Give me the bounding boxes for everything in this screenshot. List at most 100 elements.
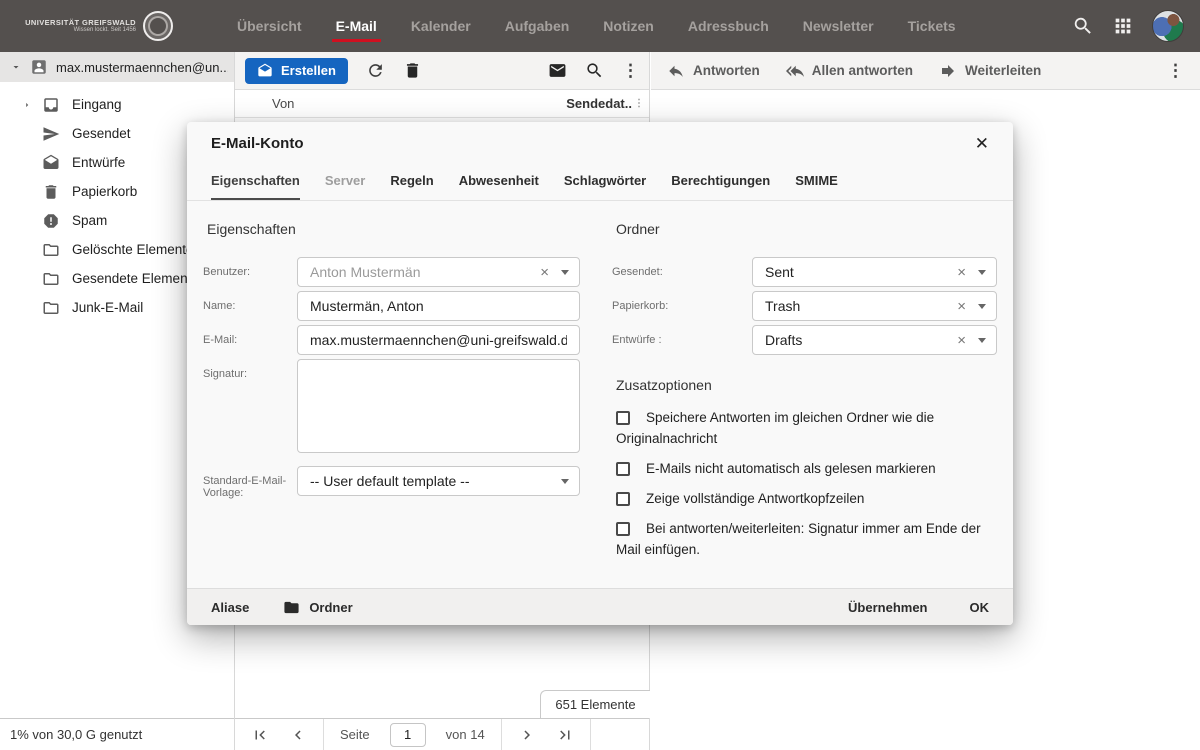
nav-newsletter[interactable]: Newsletter [801,3,876,49]
mail-icon[interactable] [548,61,567,80]
trash-folder-select[interactable]: Trash × [752,291,997,321]
clear-icon[interactable]: × [540,265,549,280]
user-combobox[interactable]: Anton Mustermän × [297,257,580,287]
drafts-folder-select[interactable]: Drafts × [752,325,997,355]
account-row[interactable]: max.mustermaennchen@un... [0,52,234,82]
nav-uebersicht[interactable]: Übersicht [235,3,304,49]
delete-icon[interactable] [403,61,422,80]
aliases-button[interactable]: Aliase [211,600,249,615]
list-column-header: Von Sendedat.. ⋮ [235,90,649,118]
nav-notizen[interactable]: Notizen [601,3,656,49]
more-options-icon[interactable]: ⋮ [1167,62,1184,79]
dialog-header: E-Mail-Konto ✕ [187,122,1013,164]
more-options-icon[interactable]: ⋮ [622,62,639,79]
template-row: Standard-E-Mail-Vorlage: -- User default… [203,466,580,499]
options-heading: Zusatzoptionen [616,377,997,393]
checkbox-not-mark-read[interactable] [616,462,630,476]
dialog-footer: Aliase Ordner Übernehmen OK [187,588,1013,625]
folder-icon [42,299,60,317]
chevron-down-icon[interactable] [978,304,986,309]
nav-adressbuch[interactable]: Adressbuch [686,3,771,49]
column-sendedatum[interactable]: Sendedat.. ⋮ [566,96,643,111]
column-menu-icon[interactable]: ⋮ [634,98,643,109]
sent-folder-label: Gesendet: [612,257,752,287]
folder-icon [42,241,60,259]
folder-icon [42,270,60,288]
chevron-down-icon[interactable] [561,270,569,275]
option-not-mark-read: E-Mails nicht automatisch als gelesen ma… [612,458,997,479]
checkbox-signature-end[interactable] [616,522,630,536]
compose-button[interactable]: Erstellen [245,58,348,84]
reply-button[interactable]: Antworten [667,62,760,80]
forward-button[interactable]: Weiterleiten [939,62,1041,80]
chevron-down-icon[interactable] [978,338,986,343]
drafts-folder-label: Entwürfe : [612,325,752,355]
signature-field[interactable] [297,359,580,453]
trash-icon [42,183,60,201]
sidebar-item-eingang[interactable]: Eingang [0,90,234,119]
checkbox-save-replies[interactable] [616,411,630,425]
reader-toolbar: Antworten Allen antworten Weiterleiten ⋮ [651,52,1200,90]
column-von[interactable]: Von [272,96,294,111]
page-word: Seite [340,727,370,742]
apps-grid-icon[interactable] [1112,15,1134,37]
clear-icon[interactable]: × [957,299,966,314]
clear-icon[interactable]: × [957,265,966,280]
close-icon[interactable]: ✕ [975,135,989,152]
nav-tickets[interactable]: Tickets [906,3,958,49]
email-field[interactable] [297,325,580,355]
email-account-dialog: E-Mail-Konto ✕ Eigenschaften Server Rege… [187,122,1013,625]
refresh-icon[interactable] [366,61,385,80]
page-total: von 14 [446,727,485,742]
signature-label: Signatur: [203,359,297,458]
name-row: Name: [203,291,580,321]
folders-button[interactable]: Ordner [283,599,352,616]
compose-envelope-icon [257,63,273,79]
prev-page-icon[interactable] [289,726,307,744]
trash-folder-label: Papierkorb: [612,291,752,321]
nav-email[interactable]: E-Mail [334,3,379,49]
first-page-icon[interactable] [251,726,269,744]
sent-folder-row: Gesendet: Sent × [612,257,997,287]
reply-all-icon [786,62,804,80]
template-select[interactable]: -- User default template -- [297,466,580,496]
nav-kalender[interactable]: Kalender [409,3,473,49]
checkbox-full-headers[interactable] [616,492,630,506]
forward-icon [939,62,957,80]
tab-server[interactable]: Server [325,164,365,200]
signature-row: Signatur: [203,359,580,458]
dialog-tabs: Eigenschaften Server Regeln Abwesenheit … [187,164,1013,201]
last-page-icon[interactable] [556,726,574,744]
tab-regeln[interactable]: Regeln [390,164,433,200]
page-number-input[interactable] [390,723,426,747]
name-field[interactable] [297,291,580,321]
tab-schlagwoerter[interactable]: Schlagwörter [564,164,646,200]
reply-icon [667,62,685,80]
inbox-icon [42,96,60,114]
ok-button[interactable]: OK [970,600,990,615]
tab-smime[interactable]: SMIME [795,164,838,200]
nav-aufgaben[interactable]: Aufgaben [503,3,572,49]
user-avatar[interactable] [1152,10,1184,42]
chevron-down-icon[interactable] [978,270,986,275]
tab-abwesenheit[interactable]: Abwesenheit [459,164,539,200]
chevron-down-icon[interactable] [561,479,569,484]
reply-all-button[interactable]: Allen antworten [786,62,913,80]
send-icon [42,125,60,143]
properties-heading: Eigenschaften [207,221,580,237]
sent-folder-select[interactable]: Sent × [752,257,997,287]
option-signature-end: Bei antworten/weiterleiten: Signatur imm… [612,518,997,560]
main-nav: Übersicht E-Mail Kalender Aufgaben Notiz… [235,3,958,49]
name-label: Name: [203,291,297,321]
search-icon[interactable] [585,61,604,80]
webmail-app: UNIVERSITÄT GREIFSWALD Wissen lockt. Sei… [0,0,1200,750]
chevron-down-icon[interactable] [10,61,22,73]
expand-arrow-icon[interactable] [22,100,32,110]
university-logo: UNIVERSITÄT GREIFSWALD Wissen lockt. Sei… [0,11,235,41]
next-page-icon[interactable] [518,726,536,744]
search-icon[interactable] [1072,15,1094,37]
tab-berechtigungen[interactable]: Berechtigungen [671,164,770,200]
apply-button[interactable]: Übernehmen [848,600,927,615]
clear-icon[interactable]: × [957,333,966,348]
tab-eigenschaften[interactable]: Eigenschaften [211,164,300,200]
